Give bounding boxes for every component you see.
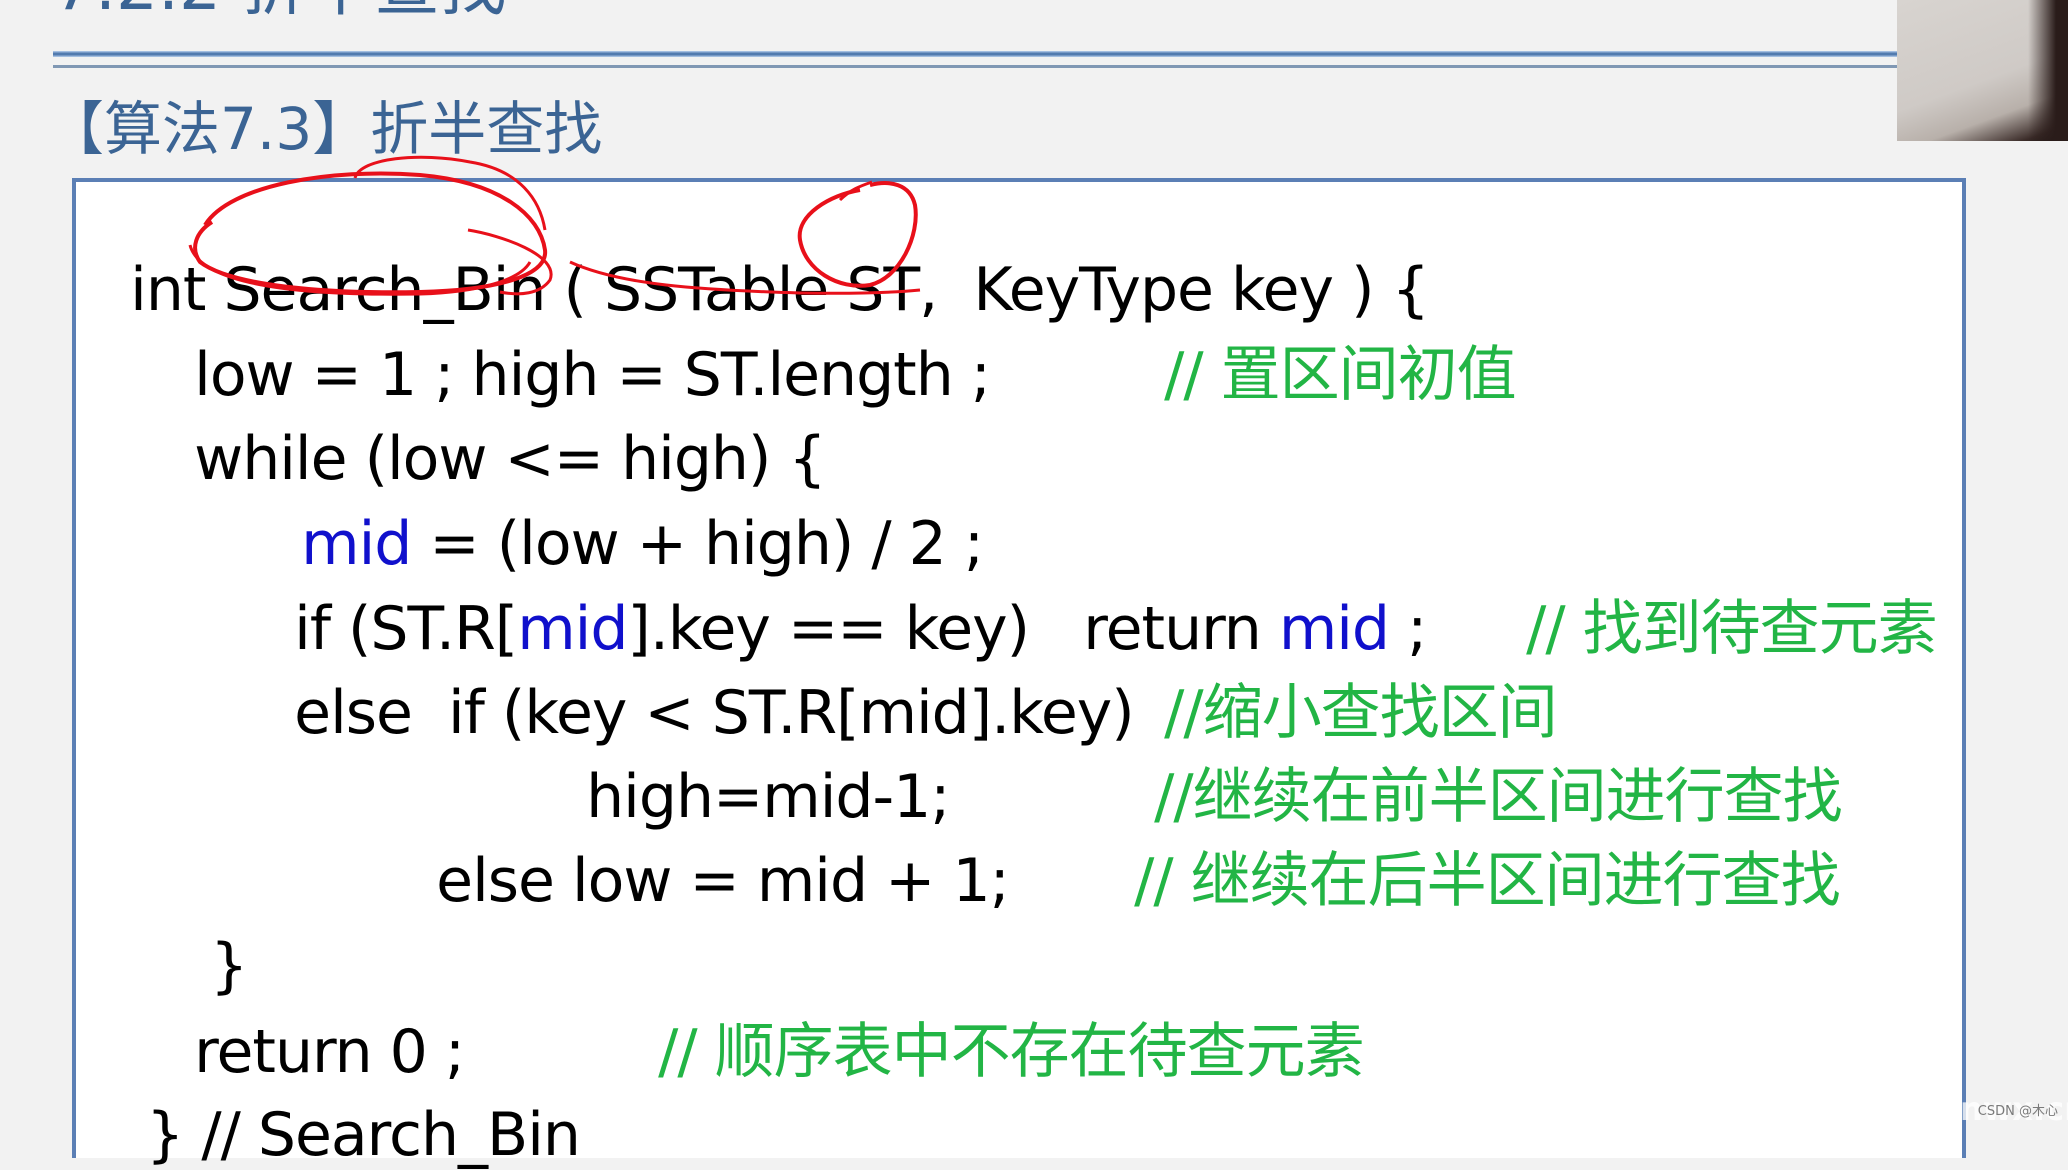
code-text: else low = mid + 1; [436,846,1010,916]
title-rule-thick [53,51,1897,57]
comment-text: // 找到待查元素 [1526,594,1938,664]
comment-found: // 找到待查元素 [1490,539,1938,659]
section-title: 7.2.2 折半查找 [53,0,506,20]
comment-text: // 顺序表中不存在待查元素 [658,1017,1365,1087]
comment-text: // 继续在后半区间进行查找 [1134,846,1841,916]
title-rule-thin [53,65,1897,68]
comment-back-half: // 继续在后半区间进行查找 [1098,791,1841,911]
comment-init: // 置区间初值 [1128,285,1517,405]
comment-not-found: // 顺序表中不存在待查元素 [622,962,1365,1082]
algorithm-title: 【算法7.3】折半查找 [46,95,603,163]
comment-text: // 置区间初值 [1164,340,1517,410]
webcam-overlay [1897,0,2068,141]
code-text: } // Search_Bin [146,1100,581,1170]
csdn-watermark: CSDN @木心 [1977,1104,2058,1119]
code-line-close-fn: } // Search_Bin [110,1045,581,1165]
code-line-else-low: else low = mid + 1; [400,791,1010,911]
webcam-presenter [2028,0,2068,141]
